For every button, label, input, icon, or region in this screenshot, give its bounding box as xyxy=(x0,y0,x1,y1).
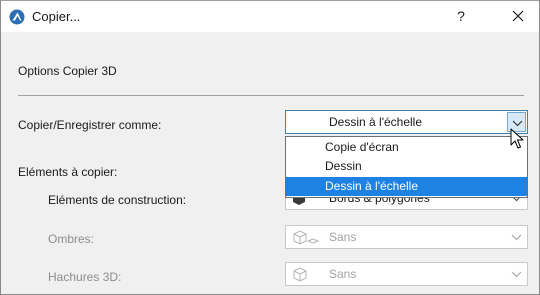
shadows-dropdown-arrow[interactable] xyxy=(507,227,526,247)
copy-as-selected-value: Dessin à l'échelle xyxy=(329,115,423,129)
hatches-label: Hachures 3D: xyxy=(48,270,122,284)
section-divider xyxy=(18,95,524,96)
dropdown-option-copie-ecran[interactable]: Copie d'écran xyxy=(286,138,527,157)
shadows-label: Ombres: xyxy=(48,232,95,246)
section-title: Options Copier 3D xyxy=(18,64,117,78)
copy-dialog: Copier... ? Options Copier 3D Copier/Enr… xyxy=(0,0,540,295)
shadows-select[interactable]: Sans xyxy=(285,225,528,249)
archicad-icon xyxy=(9,9,25,25)
copy-as-label: Copier/Enregistrer comme: xyxy=(18,118,162,132)
chevron-down-icon xyxy=(511,234,522,241)
elements-label: Eléments à copier: xyxy=(18,165,118,179)
dropdown-option-dessin[interactable]: Dessin xyxy=(286,157,527,176)
dropdown-option-dessin-echelle[interactable]: Dessin à l'échelle xyxy=(286,177,527,196)
hatch-box-icon xyxy=(293,267,307,282)
mouse-pointer-icon xyxy=(510,128,524,149)
close-button[interactable] xyxy=(504,3,532,29)
title-bar: Copier... ? xyxy=(1,1,539,32)
copy-as-select[interactable]: Dessin à l'échelle xyxy=(285,110,528,134)
close-icon xyxy=(512,10,524,22)
chevron-down-icon xyxy=(511,271,522,278)
copy-as-dropdown-list: Copie d'écran Dessin Dessin à l'échelle xyxy=(285,136,528,198)
hatches-dropdown-arrow[interactable] xyxy=(507,264,526,284)
window-title: Copier... xyxy=(32,9,81,24)
hatches-value: Sans xyxy=(329,267,357,281)
construction-label: Eléments de construction: xyxy=(48,193,187,207)
shadow-box-icon xyxy=(293,230,320,245)
hatches-select[interactable]: Sans xyxy=(285,262,528,286)
help-button[interactable]: ? xyxy=(450,5,472,27)
shadows-value: Sans xyxy=(329,230,357,244)
